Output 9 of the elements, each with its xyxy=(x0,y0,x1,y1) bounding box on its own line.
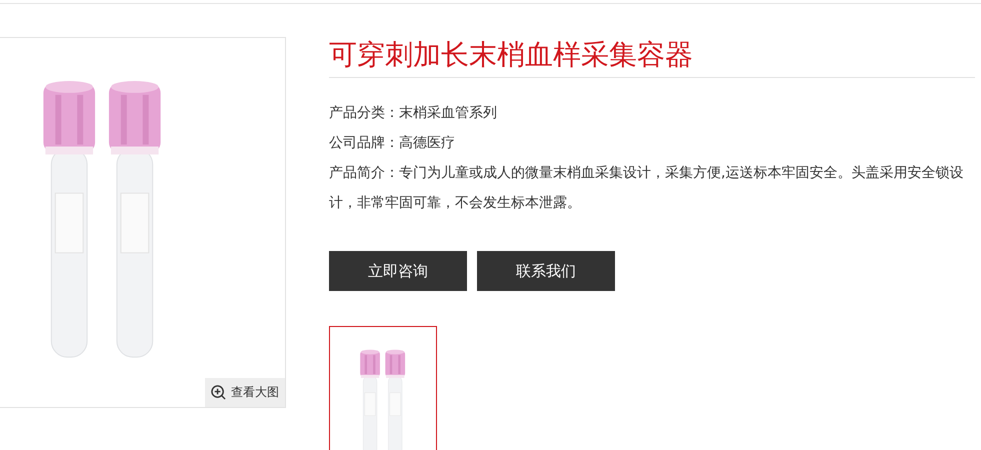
action-button[interactable]: 立即咨询 xyxy=(329,251,467,291)
product-title: 可穿刺加长末梢血样采集容器 xyxy=(329,37,975,78)
product-info-text: 公司品牌：高德医疗 xyxy=(329,134,456,153)
product-info-text: 产品分类：末梢采血管系列 xyxy=(329,104,498,123)
product-info-text: 产品简介：专门为儿童或成人的微量末梢血采集设计，采集方便,运送标本牢固安全。头盖采用安全锁设计，非常牢固可靠，不会发生标本泄露。 xyxy=(329,164,964,213)
zoom-in-icon xyxy=(211,385,226,400)
view-large-button[interactable]: 查看大图 xyxy=(205,378,285,407)
product-thumbnail[interactable] xyxy=(329,326,437,450)
action-button[interactable]: 联系我们 xyxy=(477,251,615,291)
